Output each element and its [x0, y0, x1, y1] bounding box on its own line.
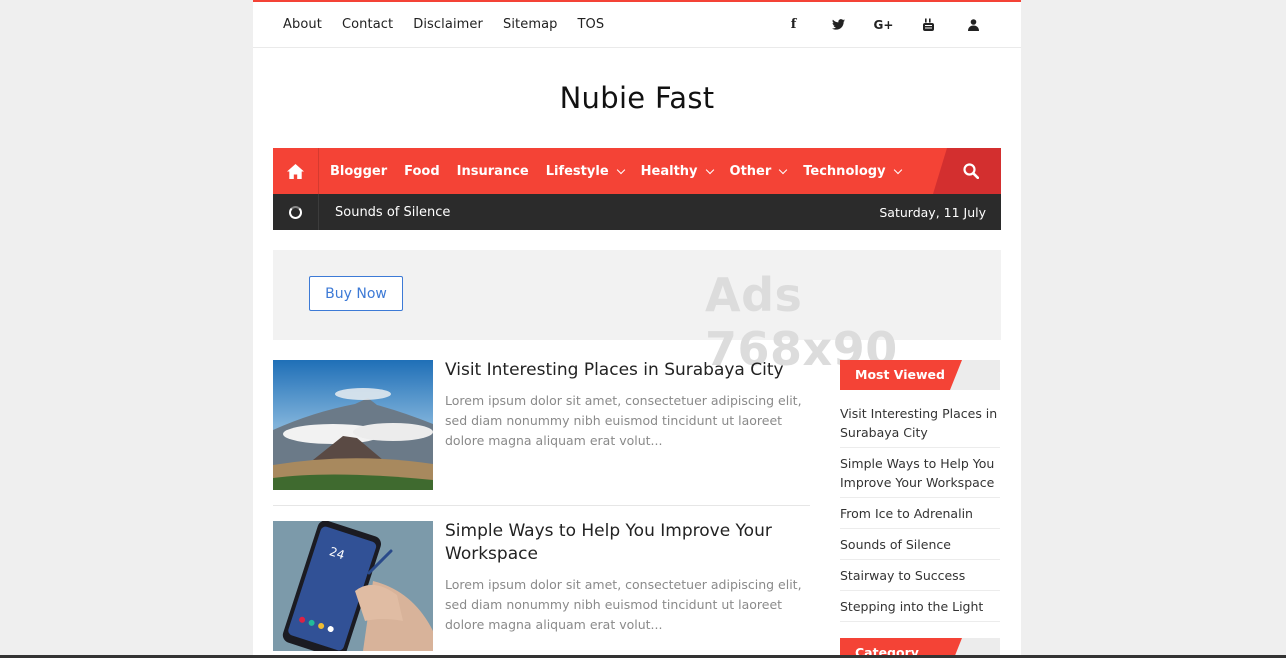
post-title[interactable]: Simple Ways to Help You Improve Your Wor… — [445, 520, 810, 566]
most-viewed-item[interactable]: Stairway to Success — [840, 566, 1000, 591]
chevron-down-icon — [616, 165, 625, 174]
nav-item-technology[interactable]: Technology — [803, 164, 902, 179]
top-links: About Contact Disclaimer Sitemap TOS — [283, 17, 604, 32]
post-excerpt: Lorem ipsum dolor sit amet, consectetuer… — [445, 577, 802, 632]
site-header: Nubie Fast — [253, 48, 1021, 148]
ad-banner: Buy Now Ads 768x90 — [273, 250, 1001, 376]
post-title[interactable]: Visit Interesting Places in Surabaya Cit… — [445, 359, 810, 382]
loading-spinner-icon — [273, 194, 319, 230]
nav-item-other[interactable]: Other — [730, 164, 788, 179]
top-link-tos[interactable]: TOS — [578, 17, 605, 32]
nav-item-healthy[interactable]: Healthy — [641, 164, 714, 179]
most-viewed-item[interactable]: From Ice to Adrenalin — [840, 504, 1000, 529]
post-item: 24 Simple Ways to Help You Improve Your … — [273, 521, 810, 651]
home-button[interactable] — [273, 148, 319, 194]
most-viewed-item[interactable]: Visit Interesting Places in Surabaya Cit… — [840, 404, 1000, 448]
widget-header-most-viewed: Most Viewed — [840, 360, 1000, 390]
social-icons: f G+ — [784, 17, 983, 33]
search-icon — [963, 163, 979, 179]
user-icon[interactable] — [964, 17, 983, 33]
divider — [273, 505, 810, 506]
buy-now-button[interactable]: Buy Now — [309, 276, 403, 311]
ticker-date: Saturday, 11 July — [879, 204, 986, 220]
chevron-down-icon — [705, 165, 714, 174]
most-viewed-item[interactable]: Simple Ways to Help You Improve Your Wor… — [840, 454, 1000, 498]
post-thumbnail-phone[interactable]: 24 — [273, 521, 433, 651]
top-link-contact[interactable]: Contact — [342, 17, 393, 32]
news-ticker: Sounds of Silence Saturday, 11 July — [273, 194, 1001, 230]
post-body: Visit Interesting Places in Surabaya Cit… — [433, 360, 810, 490]
top-link-sitemap[interactable]: Sitemap — [503, 17, 558, 32]
nav-item-insurance[interactable]: Insurance — [457, 164, 529, 179]
page-container: About Contact Disclaimer Sitemap TOS f G… — [253, 0, 1021, 658]
nav-item-food[interactable]: Food — [404, 164, 440, 179]
chevron-down-icon — [779, 165, 788, 174]
widget-title: Most Viewed — [840, 360, 962, 390]
most-viewed-item[interactable]: Stepping into the Light — [840, 597, 1000, 622]
nav-item-lifestyle[interactable]: Lifestyle — [546, 164, 625, 179]
post-thumbnail-mountain[interactable] — [273, 360, 433, 490]
main-nav: Blogger Food Insurance Lifestyle Healthy… — [273, 148, 1001, 194]
twitter-icon[interactable] — [829, 17, 848, 33]
ticker-headline[interactable]: Sounds of Silence — [319, 205, 879, 220]
most-viewed-list: Visit Interesting Places in Surabaya Cit… — [840, 404, 1000, 622]
chevron-down-icon — [893, 165, 902, 174]
sidebar: Most Viewed Visit Interesting Places in … — [840, 360, 1000, 658]
facebook-icon[interactable]: f — [784, 17, 803, 33]
post-item: Visit Interesting Places in Surabaya Cit… — [273, 360, 810, 490]
post-excerpt: Lorem ipsum dolor sit amet, consectetuer… — [445, 393, 802, 448]
search-button[interactable] — [933, 148, 1001, 194]
google-plus-icon[interactable]: G+ — [874, 17, 894, 33]
top-link-about[interactable]: About — [283, 17, 322, 32]
home-icon — [287, 163, 304, 179]
site-title[interactable]: Nubie Fast — [560, 81, 715, 115]
top-link-disclaimer[interactable]: Disclaimer — [413, 17, 483, 32]
nav-menu: Blogger Food Insurance Lifestyle Healthy… — [319, 164, 918, 179]
post-body: Simple Ways to Help You Improve Your Wor… — [433, 521, 810, 651]
nav-item-blogger[interactable]: Blogger — [330, 164, 387, 179]
youtube-icon[interactable] — [919, 17, 938, 33]
top-bar: About Contact Disclaimer Sitemap TOS f G… — [253, 2, 1021, 48]
most-viewed-item[interactable]: Sounds of Silence — [840, 535, 1000, 560]
